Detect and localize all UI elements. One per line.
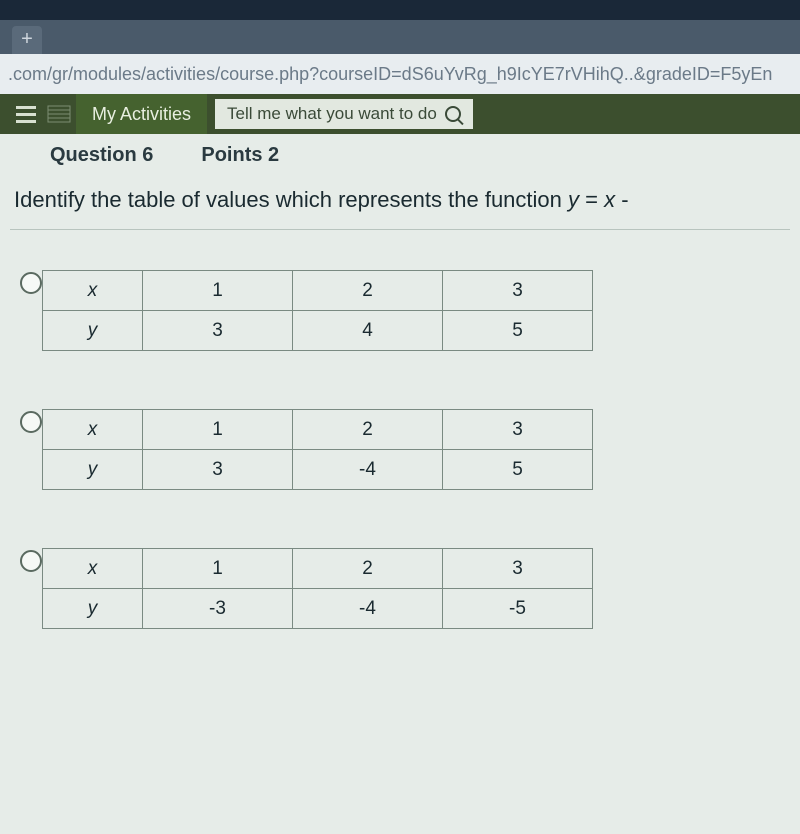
cell: 3: [443, 549, 593, 589]
table-row: x 1 2 3: [43, 549, 593, 589]
prompt-cutoff: -: [615, 187, 628, 212]
x-header: x: [43, 549, 143, 589]
cell: 3: [143, 450, 293, 490]
y-header: y: [43, 589, 143, 629]
table-row: y -3 -4 -5: [43, 589, 593, 629]
y-header: y: [43, 450, 143, 490]
search-icon: [445, 106, 461, 122]
content-area: Question 6 Points 2 Identify the table o…: [0, 134, 800, 834]
cell: 5: [443, 311, 593, 351]
table-2: x 1 2 3 y 3 -4 5: [42, 409, 593, 490]
radio-2[interactable]: [20, 411, 42, 433]
app-logo-icon: [42, 94, 76, 134]
y-header: y: [43, 311, 143, 351]
question-header: Question 6 Points 2: [0, 134, 800, 175]
cell: -4: [293, 589, 443, 629]
cell: 3: [143, 311, 293, 351]
cell: 2: [293, 271, 443, 311]
cell: 3: [443, 410, 593, 450]
cell: 1: [143, 410, 293, 450]
table-row: x 1 2 3: [43, 271, 593, 311]
radio-1[interactable]: [20, 272, 42, 294]
tell-me-label: Tell me what you want to do: [227, 104, 437, 124]
option-1: x 1 2 3 y 3 4 5: [20, 270, 780, 351]
app-navbar: My Activities Tell me what you want to d…: [0, 94, 800, 134]
divider: [10, 229, 790, 230]
cell: -5: [443, 589, 593, 629]
prompt-y: y: [568, 187, 579, 212]
answer-options: x 1 2 3 y 3 4 5 x: [0, 270, 800, 629]
cell: 1: [143, 271, 293, 311]
url-text: .com/gr/modules/activities/course.php?co…: [8, 64, 772, 85]
table-row: y 3 -4 5: [43, 450, 593, 490]
radio-3[interactable]: [20, 550, 42, 572]
x-header: x: [43, 410, 143, 450]
cell: -3: [143, 589, 293, 629]
table-1: x 1 2 3 y 3 4 5: [42, 270, 593, 351]
nav-my-activities[interactable]: My Activities: [76, 94, 207, 134]
cell: 4: [293, 311, 443, 351]
cell: 3: [443, 271, 593, 311]
cell: 2: [293, 410, 443, 450]
cell: -4: [293, 450, 443, 490]
address-bar[interactable]: .com/gr/modules/activities/course.php?co…: [0, 54, 800, 94]
question-number: Question 6: [50, 144, 153, 167]
cell: 1: [143, 549, 293, 589]
browser-window: + .com/gr/modules/activities/course.php?…: [0, 20, 800, 800]
table-3: x 1 2 3 y -3 -4 -5: [42, 548, 593, 629]
option-3: x 1 2 3 y -3 -4 -5: [20, 548, 780, 629]
option-2: x 1 2 3 y 3 -4 5: [20, 409, 780, 490]
question-prompt: Identify the table of values which repre…: [0, 175, 800, 229]
prompt-eq: =: [579, 187, 604, 212]
cell: 2: [293, 549, 443, 589]
new-tab-button[interactable]: +: [12, 26, 42, 54]
prompt-x: x: [604, 187, 615, 212]
x-header: x: [43, 271, 143, 311]
hamburger-icon[interactable]: [10, 94, 42, 134]
tab-bar: +: [0, 20, 800, 54]
prompt-text: Identify the table of values which repre…: [14, 187, 568, 212]
table-row: y 3 4 5: [43, 311, 593, 351]
tell-me-search[interactable]: Tell me what you want to do: [215, 99, 473, 129]
cell: 5: [443, 450, 593, 490]
question-points: Points 2: [201, 144, 279, 167]
table-row: x 1 2 3: [43, 410, 593, 450]
